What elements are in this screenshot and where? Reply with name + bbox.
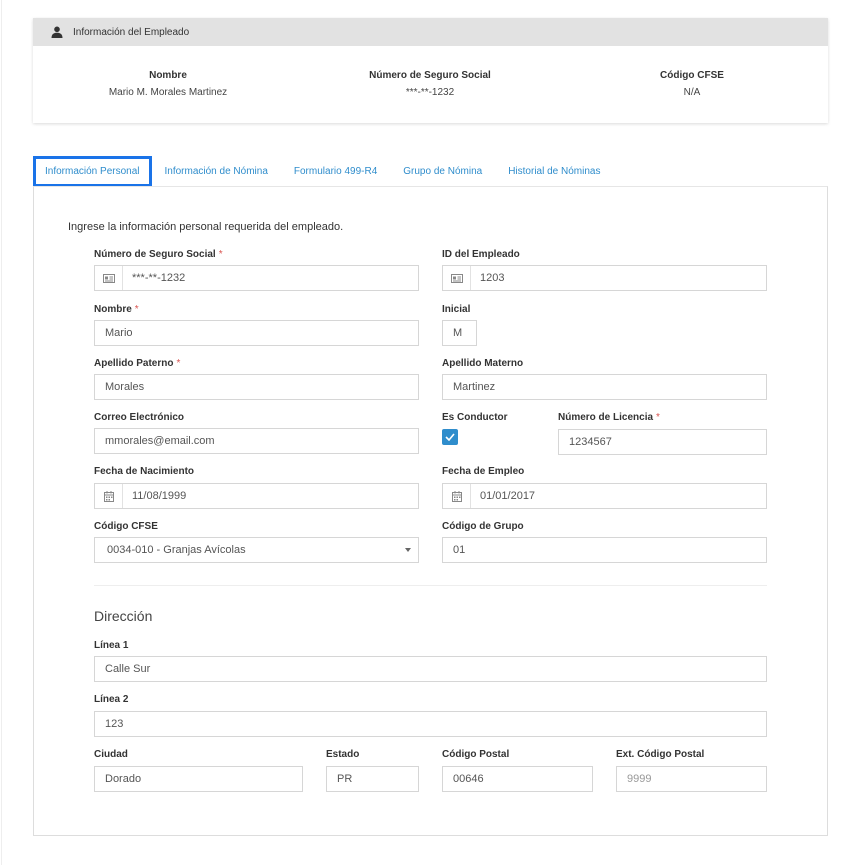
state-label: Estado	[326, 749, 360, 760]
page-border	[1, 0, 2, 865]
ssn-label: Número de Seguro Social *	[94, 249, 223, 260]
initial-value: M	[453, 327, 463, 339]
hire-date-label: Fecha de Empleo	[442, 466, 525, 477]
zip-ext-label: Ext. Código Postal	[616, 749, 705, 760]
user-icon	[51, 26, 63, 38]
caret-down-icon	[405, 548, 411, 552]
last-name-paternal-value: Morales	[105, 381, 145, 393]
address-line1-input[interactable]: Calle Sur	[94, 656, 767, 682]
email-input[interactable]: mmorales@email.com	[94, 428, 419, 454]
last-name-maternal-label: Apellido Materno	[442, 358, 524, 369]
last-name-maternal-input[interactable]: Martinez	[442, 374, 767, 400]
is-driver-label: Es Conductor	[442, 412, 508, 423]
hire-date-input[interactable]: 01/01/2017	[442, 483, 767, 509]
first-name-value: Mario	[105, 327, 133, 339]
tab-informacion-nomina[interactable]: Información de Nómina	[152, 156, 281, 187]
employee-id-label: ID del Empleado	[442, 249, 520, 260]
address-line2-input[interactable]: 123	[94, 711, 767, 737]
calendar-icon	[443, 484, 471, 508]
employee-name-label: Nombre	[149, 70, 187, 81]
birth-date-value: 11/08/1999	[132, 490, 187, 502]
tab-grupo-nomina[interactable]: Grupo de Nómina	[390, 156, 495, 187]
employee-cfse-value: N/A	[683, 87, 701, 98]
state-value: PR	[337, 773, 353, 785]
id-card-icon	[95, 266, 123, 290]
zip-value: 00646	[453, 773, 484, 785]
employee-id-value: 1203	[480, 272, 505, 284]
zip-label: Código Postal	[442, 749, 510, 760]
last-name-paternal-input[interactable]: Morales	[94, 374, 419, 400]
tab-historial-nominas[interactable]: Historial de Nóminas	[495, 156, 613, 187]
ssn-label-text: Número de Seguro Social	[94, 249, 216, 260]
employee-info-header: Información del Empleado	[33, 18, 828, 46]
license-number-value: 1234567	[569, 436, 612, 448]
employee-cfse-column: Código CFSE N/A	[582, 70, 802, 98]
employee-name-value: Mario M. Morales Martinez	[108, 87, 228, 98]
tab-formulario-499-r4[interactable]: Formulario 499-R4	[281, 156, 390, 187]
required-mark: *	[656, 412, 660, 423]
state-input[interactable]: PR	[326, 766, 419, 792]
employee-info-title: Información del Empleado	[73, 26, 190, 38]
last-name-paternal-label-text: Apellido Paterno	[94, 358, 174, 369]
employee-info-card: Información del Empleado Nombre Mario M.…	[33, 18, 828, 123]
ssn-value: ***-**-1232	[132, 272, 186, 284]
first-name-label-text: Nombre	[94, 304, 132, 315]
address-line2-label: Línea 2	[94, 694, 129, 705]
license-number-label-text: Número de Licencia	[558, 412, 654, 423]
group-code-input[interactable]: 01	[442, 537, 767, 563]
cfse-code-label: Código CFSE	[94, 521, 158, 532]
address-line2-value: 123	[105, 718, 124, 730]
license-number-label: Número de Licencia *	[558, 412, 660, 423]
cfse-code-select[interactable]: 0034-010 - Granjas Avícolas	[94, 537, 419, 563]
zip-ext-input[interactable]: 9999	[616, 766, 767, 792]
check-icon	[445, 433, 455, 441]
group-code-label: Código de Grupo	[442, 521, 524, 532]
tab-informacion-personal[interactable]: Información Personal	[33, 156, 152, 187]
employee-ssn-value: ***-**-1232	[405, 87, 455, 98]
employee-ssn-label: Número de Seguro Social	[369, 70, 491, 81]
birth-date-label: Fecha de Nacimiento	[94, 466, 195, 477]
email-value: mmorales@email.com	[105, 435, 215, 447]
group-code-value: 01	[453, 544, 466, 556]
license-number-input[interactable]: 1234567	[558, 429, 767, 455]
hire-date-value: 01/01/2017	[480, 490, 536, 502]
personal-info-panel: Ingrese la información personal requerid…	[33, 186, 828, 836]
initial-label: Inicial	[442, 304, 471, 315]
first-name-label: Nombre *	[94, 304, 139, 315]
employee-cfse-label: Código CFSE	[660, 70, 724, 81]
required-mark: *	[218, 249, 223, 260]
cfse-code-value: 0034-010 - Granjas Avícolas	[107, 544, 246, 556]
zip-ext-placeholder: 9999	[627, 773, 652, 785]
ssn-input[interactable]: ***-**-1232	[94, 265, 419, 291]
last-name-paternal-label: Apellido Paterno *	[94, 358, 180, 369]
city-input[interactable]: Dorado	[94, 766, 303, 792]
form-intro-text: Ingrese la información personal requerid…	[68, 221, 344, 233]
birth-date-input[interactable]: 11/08/1999	[94, 483, 419, 509]
first-name-input[interactable]: Mario	[94, 320, 419, 346]
last-name-maternal-value: Martinez	[453, 381, 496, 393]
initial-input[interactable]: M	[442, 320, 477, 346]
id-card-icon	[443, 266, 471, 290]
is-driver-checkbox[interactable]	[442, 429, 458, 445]
email-label: Correo Electrónico	[94, 412, 185, 423]
zip-input[interactable]: 00646	[442, 766, 593, 792]
address-line1-label: Línea 1	[94, 640, 129, 651]
required-mark: *	[134, 304, 139, 315]
address-section-title: Dirección	[94, 608, 153, 624]
employee-name-column: Nombre Mario M. Morales Martinez	[58, 70, 278, 98]
city-label: Ciudad	[94, 749, 128, 760]
section-divider	[94, 585, 767, 586]
city-value: Dorado	[105, 773, 142, 785]
employee-ssn-column: Número de Seguro Social ***-**-1232	[320, 70, 540, 98]
required-mark: *	[176, 358, 181, 369]
calendar-icon	[95, 484, 123, 508]
employee-id-input[interactable]: 1203	[442, 265, 767, 291]
tab-bar: Información Personal Información de Nómi…	[33, 156, 613, 187]
address-line1-value: Calle Sur	[105, 663, 151, 675]
